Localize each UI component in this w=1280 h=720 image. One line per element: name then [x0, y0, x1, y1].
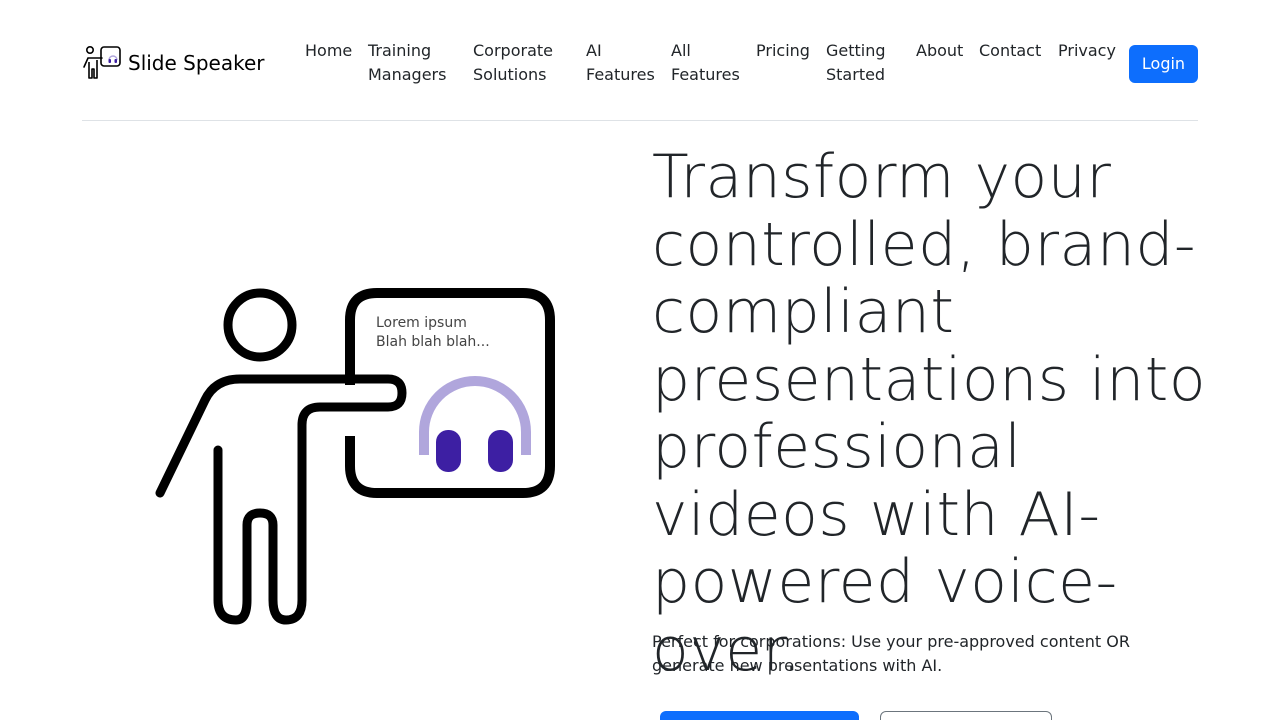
- primary-cta-button[interactable]: [660, 711, 859, 720]
- login-button[interactable]: Login: [1129, 45, 1198, 83]
- nav-item-home[interactable]: Home: [305, 39, 365, 63]
- brand-link[interactable]: Slide Speaker: [82, 45, 265, 81]
- nav-item-contact[interactable]: Contact: [979, 39, 1049, 63]
- presenter-headphones-icon: Lorem ipsum Blah blah blah...: [155, 288, 555, 625]
- hero-title: Transform your controlled, brand-complia…: [652, 142, 1207, 685]
- nav-item-about[interactable]: About: [916, 39, 976, 63]
- nav-item-ai-features[interactable]: AI Features: [586, 39, 662, 87]
- nav-item-all-features[interactable]: All Features: [671, 39, 747, 87]
- nav-item-privacy[interactable]: Privacy: [1058, 39, 1128, 63]
- nav-item-getting-started[interactable]: Getting Started: [826, 39, 906, 87]
- secondary-cta-button[interactable]: [880, 711, 1052, 720]
- presenter-logo-icon: [83, 45, 121, 79]
- brand-name: Slide Speaker: [128, 51, 265, 75]
- nav-item-training-managers[interactable]: Training Managers: [368, 39, 458, 87]
- navbar: Slide Speaker Home Training Managers Cor…: [82, 0, 1198, 121]
- board-text-line2: Blah blah blah...: [376, 334, 490, 350]
- hero-illustration: Lorem ipsum Blah blah blah...: [150, 280, 560, 630]
- board-text-line1: Lorem ipsum: [376, 315, 467, 331]
- hero-lead: Perfect for corporations: Use your pre-a…: [652, 632, 1130, 675]
- nav-item-pricing[interactable]: Pricing: [756, 39, 826, 63]
- nav-item-corporate-solutions[interactable]: Corporate Solutions: [473, 39, 573, 87]
